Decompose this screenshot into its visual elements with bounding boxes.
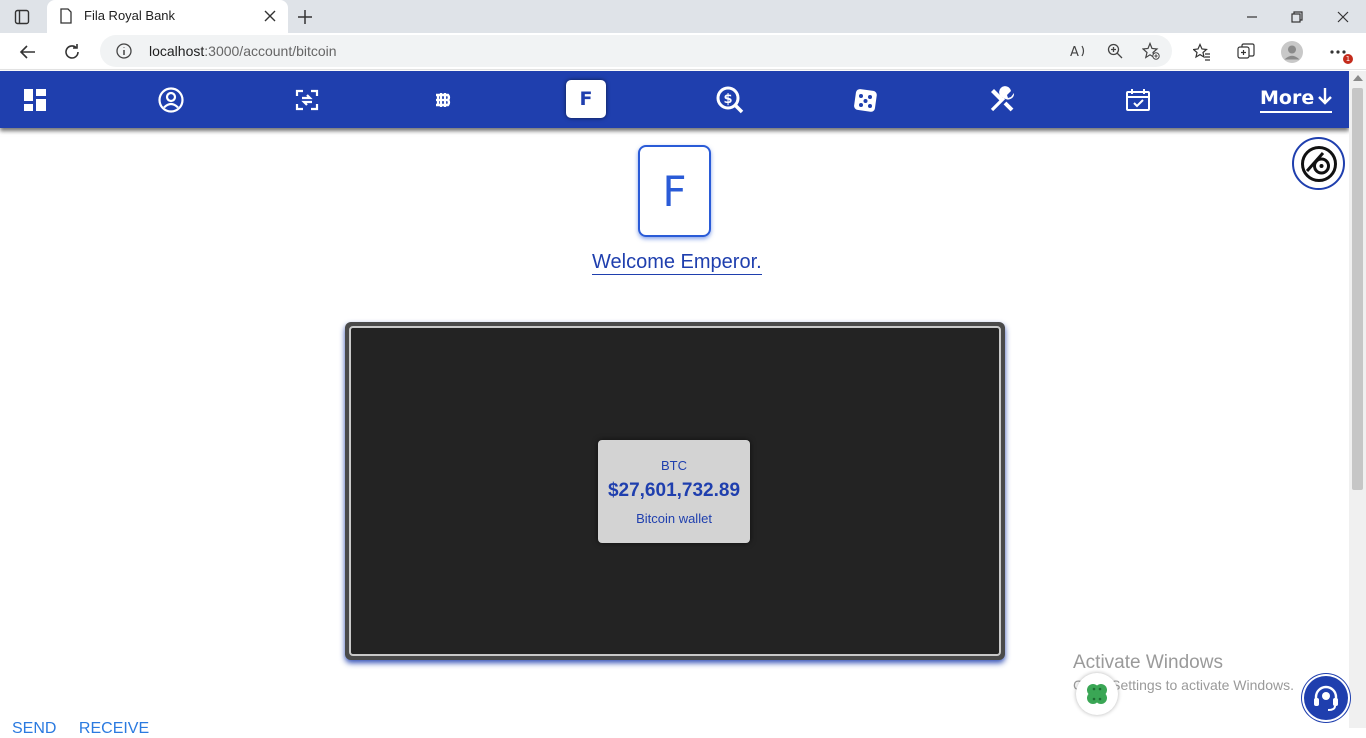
- page-icon: [59, 8, 73, 29]
- more-menu[interactable]: More: [1260, 85, 1333, 113]
- calendar-icon[interactable]: [1123, 85, 1153, 115]
- scroll-up-arrow[interactable]: [1353, 75, 1363, 81]
- tab-title: Fila Royal Bank: [84, 8, 176, 23]
- account-avatar: F: [638, 145, 711, 237]
- read-aloud-icon[interactable]: A: [1069, 41, 1089, 61]
- wallet-actions: SEND RECEIVE: [12, 720, 167, 738]
- dashboard-icon[interactable]: [20, 85, 50, 115]
- bitcoin-wallet-card[interactable]: BTC $27,601,732.89 Bitcoin wallet: [598, 440, 750, 543]
- activate-windows-title: Activate Windows: [1073, 652, 1223, 673]
- search-dollar-icon[interactable]: $: [715, 85, 745, 115]
- active-account-tab[interactable]: F: [566, 80, 606, 118]
- arrow-down-icon: [1318, 87, 1333, 110]
- restore-icon[interactable]: [1274, 0, 1320, 33]
- site-info-icon[interactable]: [116, 43, 132, 64]
- favorites-icon[interactable]: [1189, 39, 1215, 65]
- bitcoin-icon[interactable]: [429, 85, 459, 115]
- wallet-label: Bitcoin wallet: [636, 511, 712, 526]
- browser-tab[interactable]: Fila Royal Bank: [47, 0, 288, 33]
- wallet-currency-code: BTC: [661, 458, 687, 473]
- svg-text:A: A: [1070, 45, 1079, 59]
- browser-tab-bar: Fila Royal Bank: [0, 0, 1366, 33]
- wallet-balance: $27,601,732.89: [607, 480, 741, 501]
- clover-icon[interactable]: [1076, 673, 1118, 715]
- refresh-icon[interactable]: [59, 39, 85, 65]
- zoom-icon[interactable]: [1105, 41, 1125, 61]
- send-link[interactable]: SEND: [12, 720, 56, 737]
- receive-link[interactable]: RECEIVE: [79, 720, 149, 737]
- close-tab-icon[interactable]: [260, 6, 280, 26]
- transfer-icon[interactable]: [292, 85, 322, 115]
- support-chat-button[interactable]: [1292, 137, 1345, 190]
- back-icon[interactable]: [15, 39, 41, 65]
- notification-badge: 1: [1343, 54, 1353, 64]
- settings-more-icon[interactable]: 1: [1325, 39, 1353, 65]
- profile-icon[interactable]: [156, 85, 186, 115]
- collections-icon[interactable]: [1233, 39, 1259, 65]
- more-label: More: [1260, 87, 1315, 109]
- browser-toolbar: localhost:3000/account/bitcoin A 1: [0, 33, 1366, 70]
- tab-actions-icon[interactable]: [12, 7, 32, 27]
- dice-icon[interactable]: [851, 85, 881, 115]
- url-text: localhost:3000/account/bitcoin: [149, 43, 337, 59]
- app-navbar: F $ More: [0, 71, 1349, 128]
- svg-text:$: $: [724, 92, 733, 107]
- add-favorite-icon[interactable]: [1141, 41, 1161, 61]
- tools-icon[interactable]: [987, 85, 1017, 115]
- welcome-link[interactable]: Welcome Emperor.: [592, 250, 762, 275]
- minimize-icon[interactable]: [1229, 0, 1275, 33]
- new-tab-icon[interactable]: [293, 5, 317, 29]
- close-window-icon[interactable]: [1320, 0, 1366, 33]
- profile-avatar-icon[interactable]: [1279, 39, 1305, 65]
- address-bar[interactable]: localhost:3000/account/bitcoin A: [100, 35, 1172, 67]
- scroll-thumb[interactable]: [1352, 88, 1363, 490]
- headset-support-icon[interactable]: [1304, 676, 1348, 720]
